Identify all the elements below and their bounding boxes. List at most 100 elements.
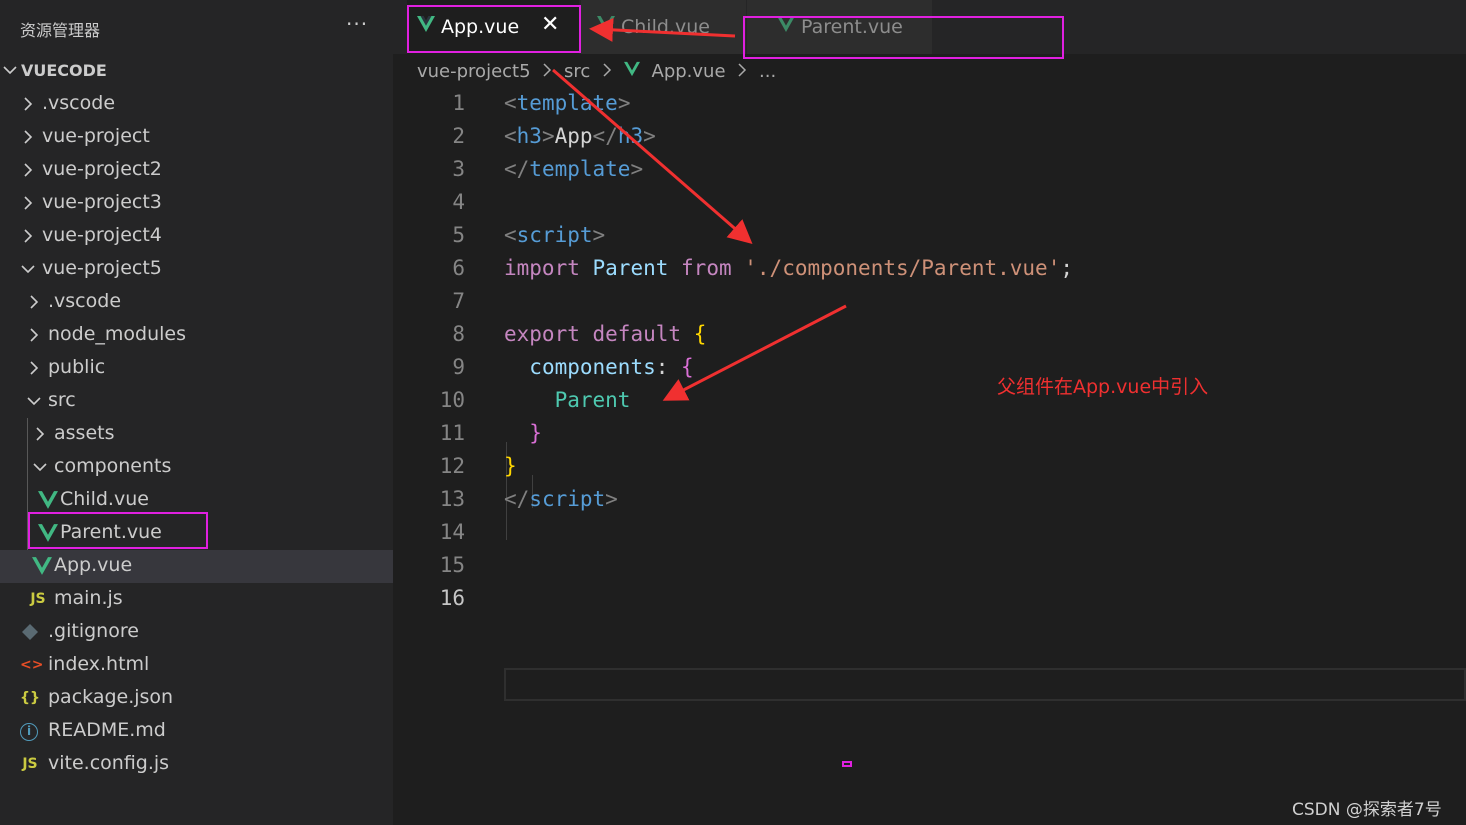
tab-parent-vue[interactable]: Parent.vue [747,0,932,54]
code-line: 5 <script> [393,219,1466,252]
code-line: 16 [393,582,1466,615]
editor-area: App.vue ✕ Child.vue Parent.vue vue-proje… [393,0,1466,825]
chevron-right-icon [24,97,33,111]
code-line: 14 [393,516,1466,549]
tree-item[interactable]: components [0,451,393,484]
tree-item-label: vue-project [42,125,150,147]
line-number: 11 [439,421,465,445]
tree-item-label: vite.config.js [48,752,170,774]
line-number: 10 [439,388,465,412]
tree-item-label: package.json [48,686,174,708]
code-text: components: { [529,355,694,379]
tree-item[interactable]: <> index.html [0,649,393,682]
tree-item[interactable]: vue-project2 [0,154,393,187]
line-number: 2 [452,124,465,148]
chevron-right-icon [30,295,39,309]
line-number: 13 [439,487,465,511]
tree-item-label: Child.vue [60,488,149,510]
vue-file-icon [32,557,52,575]
tree-item-label: vue-project5 [42,257,162,279]
tree-item[interactable]: JS main.js [0,583,393,616]
tree-item[interactable]: vue-project [0,121,393,154]
breadcrumb-item[interactable]: ... [759,61,776,82]
vue-file-icon [417,16,435,32]
code-text: } [504,454,517,478]
html-file-icon: <> [20,657,44,673]
tree-item[interactable]: .vscode [0,88,393,121]
code-line: 1 <template> [393,87,1466,120]
js-file-icon: JS [30,591,46,607]
tree-item-label: public [48,356,106,378]
code-text: import Parent from './components/Parent.… [504,256,1073,280]
code-text: </template> [504,157,644,181]
code-text: <script> [504,223,606,247]
chevron-right-icon [737,61,747,82]
js-file-icon: JS [22,756,38,772]
code-line: 15 [393,549,1466,582]
tree-item-label: components [54,455,172,477]
close-icon[interactable]: ✕ [541,12,559,37]
tree-item-label: vue-project3 [42,191,162,213]
code-line: 10 Parent [393,384,1466,417]
line-number: 16 [439,586,465,610]
tab-child-vue[interactable]: Child.vue [581,0,746,54]
tree-item-label: App.vue [54,554,133,576]
tree-item[interactable]: Parent.vue [0,517,393,550]
tree-item[interactable]: public [0,352,393,385]
line-number: 4 [452,190,465,214]
chevron-down-icon [27,397,41,406]
chevron-right-icon [24,130,33,144]
watermark: CSDN @探索者7号 [1292,800,1442,820]
vue-file-icon [777,16,795,32]
tree-item[interactable]: .vscode [0,286,393,319]
line-number: 6 [452,256,465,280]
current-line-highlight [504,668,1466,701]
breadcrumb: vue-project5 src App.vue ... [417,60,776,84]
workspace-root[interactable]: VUECODE [0,58,393,84]
code-text: </script> [504,487,618,511]
annotation-text: 父组件在App.vue中引入 [997,376,1209,398]
chevron-right-icon [24,196,33,210]
tree-item-label: README.md [48,719,166,741]
code-text: export default { [504,322,707,346]
line-number: 9 [452,355,465,379]
tree-item[interactable]: .gitignore [0,616,393,649]
line-number: 15 [439,553,465,577]
tree-item[interactable]: App.vue [0,550,393,583]
code-text: <h3>App</h3> [504,124,656,148]
code-text: <template> [504,91,631,115]
tree-item[interactable]: {} package.json [0,682,393,715]
tree-item-label: .vscode [42,92,116,114]
tree-item[interactable]: node_modules [0,319,393,352]
vue-file-icon [38,491,58,509]
tree-item[interactable]: src [0,385,393,418]
tab-label: App.vue [441,16,520,38]
breadcrumb-item[interactable]: vue-project5 [417,61,531,82]
tab-label: Parent.vue [801,16,903,38]
code-line: 12 } [393,450,1466,483]
code-line: 3 </template> [393,153,1466,186]
json-file-icon: {} [20,690,40,706]
more-actions-button[interactable]: ··· [346,12,368,36]
code-line: 6 import Parent from './components/Paren… [393,252,1466,285]
breadcrumb-item[interactable]: src [564,61,590,82]
tree-item-label: Parent.vue [60,521,162,543]
tree-item[interactable]: i README.md [0,715,393,748]
tab-app-vue[interactable]: App.vue ✕ [407,0,579,54]
tree-item[interactable]: assets [0,418,393,451]
tab-label: Child.vue [621,16,710,38]
tree-item[interactable]: vue-project4 [0,220,393,253]
tree-item[interactable]: Child.vue [0,484,393,517]
vue-file-icon [38,524,58,542]
breadcrumb-item[interactable]: App.vue [652,61,726,82]
line-number: 1 [452,91,465,115]
chevron-down-icon [33,463,47,472]
code-line: 9 components: { [393,351,1466,384]
tree-item[interactable]: vue-project3 [0,187,393,220]
tree-item[interactable]: vue-project5 [0,253,393,286]
tree-item-label: index.html [48,653,150,675]
code-line: 13 </script> [393,483,1466,516]
code-text: } [529,421,542,445]
tree-item[interactable]: JS vite.config.js [0,748,393,781]
tree-item-label: node_modules [48,323,187,345]
